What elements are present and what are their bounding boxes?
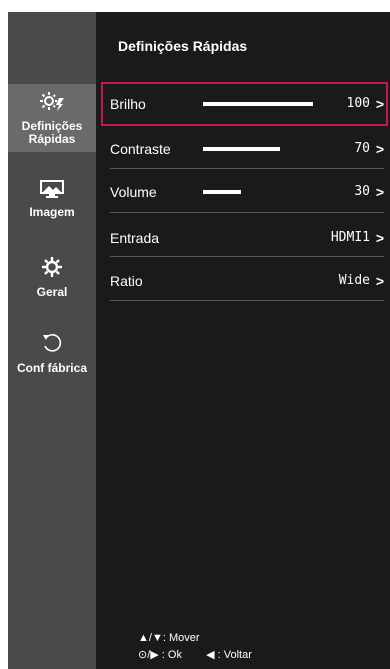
sidebar-item-general[interactable]: Geral (8, 256, 96, 299)
volume-bar[interactable] (203, 190, 241, 194)
divider (110, 168, 384, 169)
sidebar-item-picture[interactable]: Imagem (8, 180, 96, 219)
gear-icon (41, 256, 63, 283)
contrast-row[interactable]: Contraste 70 > (110, 141, 384, 159)
divider (110, 300, 384, 301)
chevron-right-icon: > (375, 273, 384, 289)
sidebar-item-label: Definições Rápidas (21, 119, 83, 146)
contrast-bar[interactable] (203, 147, 280, 151)
row-value: 100 (346, 96, 370, 111)
main-panel: Definições Rápidas Brilho 100 > Contrast… (96, 12, 390, 669)
sidebar-item-label: Imagem (29, 205, 75, 219)
page-title: Definições Rápidas (118, 38, 248, 54)
chevron-right-icon: > (375, 230, 384, 246)
chevron-right-icon: > (375, 141, 384, 157)
brightness-row[interactable]: Brilho 100 > (110, 96, 384, 114)
row-value: HDMI1 (330, 230, 370, 245)
input-row[interactable]: Entrada HDMI1 > (110, 230, 384, 248)
brightness-bar[interactable] (203, 102, 313, 106)
row-value: Wide (338, 273, 370, 288)
move-label: Mover (168, 632, 200, 644)
ok-label: Ok (167, 649, 182, 661)
osd-menu: Definições Rápidas Imagem Geral Conf fáb… (8, 12, 390, 669)
chevron-right-icon: > (375, 184, 384, 200)
reset-icon (41, 332, 63, 359)
back-symbols: ◀ : (206, 649, 221, 661)
row-label: Entrada (110, 230, 160, 246)
picture-icon (40, 180, 64, 203)
ratio-row[interactable]: Ratio Wide > (110, 273, 384, 291)
move-symbols: ▲/▼: (138, 632, 166, 644)
sidebar-item-label: Conf fábrica (16, 361, 87, 375)
row-label: Ratio (110, 273, 143, 289)
ok-symbols: ⊙/▶ : (138, 649, 165, 661)
back-label: Voltar (223, 649, 252, 661)
divider (110, 212, 384, 213)
row-label: Brilho (110, 96, 146, 112)
divider (110, 256, 384, 257)
sidebar: Definições Rápidas Imagem Geral Conf fáb… (8, 12, 96, 669)
row-value: 70 (354, 141, 370, 156)
footer-move-hint: ▲/▼: Mover (138, 632, 200, 644)
sidebar-item-label: Geral (36, 285, 68, 299)
row-label: Contraste (110, 141, 171, 157)
volume-row[interactable]: Volume 30 > (110, 184, 384, 202)
row-value: 30 (354, 184, 370, 199)
row-label: Volume (110, 184, 157, 200)
chevron-right-icon: > (375, 96, 384, 112)
sidebar-item-quick-settings[interactable]: Definições Rápidas (8, 84, 96, 152)
sidebar-item-factory-reset[interactable]: Conf fábrica (8, 332, 96, 375)
quick-settings-icon (39, 90, 65, 117)
footer-ok-back-hint: ⊙/▶ : Ok ◀ : Voltar (138, 648, 252, 661)
